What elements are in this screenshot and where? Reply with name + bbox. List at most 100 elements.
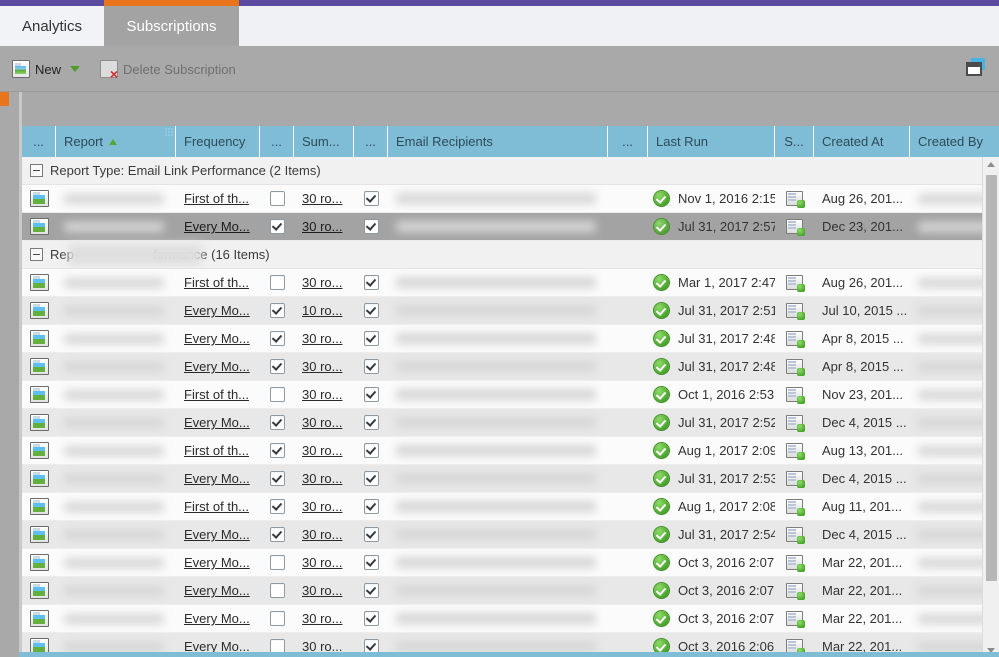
row-checkbox[interactable] — [363, 555, 379, 570]
row-checkbox[interactable] — [269, 471, 285, 486]
tab-analytics[interactable]: Analytics — [0, 6, 104, 46]
table-row[interactable]: Every Mo... 30 ro... Oct 3, 2016 2:07 ... M… — [22, 577, 983, 605]
row-checkbox[interactable] — [363, 219, 379, 234]
frequency-link[interactable]: Every Mo... — [184, 527, 250, 542]
scroll-up-arrow-icon[interactable] — [983, 157, 999, 171]
scrollbar-thumb[interactable] — [986, 175, 997, 581]
row-checkbox[interactable] — [269, 415, 285, 430]
row-checkbox[interactable] — [269, 275, 285, 290]
summary-link[interactable]: 30 ro... — [302, 275, 342, 290]
row-checkbox[interactable] — [363, 583, 379, 598]
group-header-row[interactable]: Rep formance (16 Items) — [22, 241, 983, 269]
frequency-link[interactable]: Every Mo... — [184, 331, 250, 346]
summary-link[interactable]: 30 ro... — [302, 219, 342, 234]
frequency-link[interactable]: Every Mo... — [184, 583, 250, 598]
tab-subscriptions[interactable]: Subscriptions — [104, 6, 239, 46]
table-row[interactable]: Every Mo... 30 ro... Jul 31, 2017 2:48 ...… — [22, 325, 983, 353]
frequency-link[interactable]: First of th... — [184, 191, 249, 206]
row-checkbox[interactable] — [269, 555, 285, 570]
row-checkbox[interactable] — [363, 191, 379, 206]
frequency-link[interactable]: First of th... — [184, 275, 249, 290]
column-header-createdby[interactable]: Created By — [910, 126, 999, 157]
column-header-frequency[interactable]: Frequency — [176, 126, 260, 157]
row-checkbox[interactable] — [269, 583, 285, 598]
table-row[interactable]: First of th... 30 ro... Nov 1, 2016 2:15..… — [22, 185, 983, 213]
table-row[interactable]: First of th... 30 ro... Aug 1, 2017 2:08..… — [22, 493, 983, 521]
summary-link[interactable]: 30 ro... — [302, 415, 342, 430]
frequency-link[interactable]: Every Mo... — [184, 359, 250, 374]
column-header-recipients[interactable]: Email Recipients — [388, 126, 608, 157]
column-header-status[interactable]: S... — [775, 126, 814, 157]
summary-link[interactable]: 30 ro... — [302, 527, 342, 542]
collapse-icon[interactable] — [30, 164, 43, 177]
row-checkbox[interactable] — [269, 191, 285, 206]
caret-down-icon[interactable] — [70, 66, 81, 72]
summary-link[interactable]: 30 ro... — [302, 583, 342, 598]
row-checkbox[interactable] — [363, 611, 379, 626]
frequency-link[interactable]: Every Mo... — [184, 415, 250, 430]
summary-link[interactable]: 30 ro... — [302, 443, 342, 458]
column-header-summary[interactable]: Sum... — [294, 126, 354, 157]
row-checkbox[interactable] — [363, 415, 379, 430]
row-checkbox[interactable] — [363, 387, 379, 402]
frequency-link[interactable]: First of th... — [184, 443, 249, 458]
row-checkbox[interactable] — [269, 331, 285, 346]
column-header-dots3[interactable]: ... — [608, 126, 648, 157]
row-checkbox[interactable] — [269, 611, 285, 626]
table-row[interactable]: First of th... 30 ro... Oct 1, 2016 2:53 .… — [22, 381, 983, 409]
column-resize-grip[interactable] — [165, 128, 173, 137]
row-checkbox[interactable] — [269, 359, 285, 374]
row-checkbox[interactable] — [363, 275, 379, 290]
frequency-link[interactable]: Every Mo... — [184, 219, 250, 234]
delete-subscription-button[interactable]: Delete Subscription — [100, 58, 236, 81]
table-row[interactable]: Every Mo... 30 ro... Jul 31, 2017 2:54 ...… — [22, 521, 983, 549]
panel-window-icon[interactable] — [964, 58, 988, 78]
row-checkbox[interactable] — [269, 499, 285, 514]
column-header-createdat[interactable]: Created At — [814, 126, 910, 157]
column-header-icon[interactable]: ... — [22, 126, 56, 157]
column-header-report[interactable]: Report — [56, 126, 176, 157]
collapse-icon[interactable] — [30, 248, 43, 261]
frequency-link[interactable]: First of th... — [184, 499, 249, 514]
summary-link[interactable]: 30 ro... — [302, 191, 342, 206]
frequency-link[interactable]: Every Mo... — [184, 303, 250, 318]
table-row[interactable]: Every Mo... 30 ro... Jul 31, 2017 2:48 ...… — [22, 353, 983, 381]
column-header-chk2[interactable]: ... — [354, 126, 388, 157]
summary-link[interactable]: 30 ro... — [302, 611, 342, 626]
frequency-link[interactable]: Every Mo... — [184, 555, 250, 570]
row-checkbox[interactable] — [269, 527, 285, 542]
column-header-lastrun[interactable]: Last Run — [648, 126, 775, 157]
row-checkbox[interactable] — [363, 303, 379, 318]
row-checkbox[interactable] — [363, 359, 379, 374]
table-row[interactable]: Every Mo... 30 ro... Oct 3, 2016 2:07 ... M… — [22, 605, 983, 633]
frequency-link[interactable]: Every Mo... — [184, 611, 250, 626]
row-checkbox[interactable] — [363, 443, 379, 458]
summary-link[interactable]: 30 ro... — [302, 499, 342, 514]
table-row[interactable]: First of th... 30 ro... Aug 1, 2017 2:09..… — [22, 437, 983, 465]
row-checkbox[interactable] — [363, 499, 379, 514]
row-checkbox[interactable] — [269, 387, 285, 402]
vertical-scrollbar[interactable] — [982, 157, 999, 657]
table-row[interactable]: Every Mo... 30 ro... Jul 31, 2017 2:57 ...… — [22, 213, 983, 241]
frequency-link[interactable]: Every Mo... — [184, 471, 250, 486]
row-checkbox[interactable] — [269, 219, 285, 234]
table-row[interactable]: Every Mo... 10 ro... Jul 31, 2017 2:51 ...… — [22, 297, 983, 325]
row-checkbox[interactable] — [363, 331, 379, 346]
frequency-link[interactable]: First of th... — [184, 387, 249, 402]
table-row[interactable]: Every Mo... 30 ro... Jul 31, 2017 2:53 ...… — [22, 465, 983, 493]
group-header-row[interactable]: Report Type: Email Link Performance (2 I… — [22, 157, 983, 185]
summary-link[interactable]: 30 ro... — [302, 387, 342, 402]
table-row[interactable]: Every Mo... 30 ro... Jul 31, 2017 2:52 ...… — [22, 409, 983, 437]
new-subscription-button[interactable]: New — [12, 58, 81, 80]
summary-link[interactable]: 30 ro... — [302, 331, 342, 346]
row-checkbox[interactable] — [363, 471, 379, 486]
summary-link[interactable]: 30 ro... — [302, 555, 342, 570]
row-checkbox[interactable] — [269, 303, 285, 318]
row-checkbox[interactable] — [269, 443, 285, 458]
column-header-chk1[interactable]: ... — [260, 126, 294, 157]
row-checkbox[interactable] — [363, 527, 379, 542]
summary-link[interactable]: 30 ro... — [302, 471, 342, 486]
table-row[interactable]: First of th... 30 ro... Mar 1, 2017 2:47..… — [22, 269, 983, 297]
table-row[interactable]: Every Mo... 30 ro... Oct 3, 2016 2:07 ... M… — [22, 549, 983, 577]
summary-link[interactable]: 10 ro... — [302, 303, 342, 318]
